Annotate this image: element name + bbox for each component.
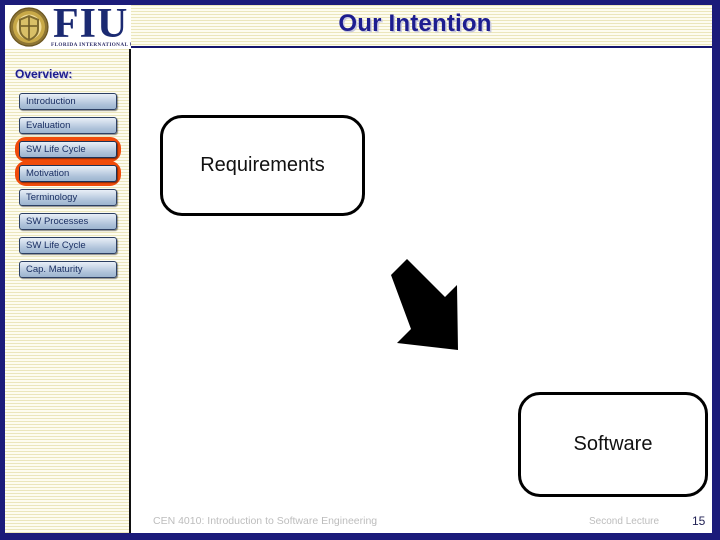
sidebar-item-sw-processes[interactable]: SW Processes (5, 213, 131, 230)
sidebar-item-label[interactable]: Introduction (19, 93, 117, 110)
sidebar-item-label[interactable]: SW Life Cycle (19, 141, 117, 158)
sidebar-item-cap-maturity[interactable]: Cap. Maturity (5, 261, 131, 278)
page-title: Our Intention (338, 10, 492, 37)
sidebar-item-label[interactable]: Terminology (19, 189, 117, 206)
sidebar-item-sw-life-cycle-top[interactable]: SW Life Cycle (5, 137, 131, 162)
sidebar-item-label[interactable]: Evaluation (19, 117, 117, 134)
sidebar-item-label[interactable]: Cap. Maturity (19, 261, 117, 278)
sidebar-item-sw-life-cycle[interactable]: SW Life Cycle (5, 237, 131, 254)
sidebar-item-evaluation[interactable]: Evaluation (5, 117, 131, 134)
sidebar-item-introduction[interactable]: Introduction (5, 93, 131, 110)
sidebar: Overview: Introduction Evaluation SW Lif… (5, 49, 131, 533)
slide-content: Requirements Software (133, 49, 712, 533)
frame-top-border (0, 0, 720, 5)
sidebar-item-motivation[interactable]: Motivation (5, 161, 131, 186)
fiu-logo-letters: FIU (53, 5, 129, 47)
requirements-box: Requirements (160, 115, 365, 216)
frame-left-border (0, 0, 5, 540)
slide: Our Intention FIU FLORIDA INTERNATIONAL … (0, 0, 720, 540)
down-right-arrow-icon (391, 259, 458, 350)
sidebar-item-label[interactable]: SW Life Cycle (19, 237, 117, 254)
footer-lecture-text: Second Lecture (589, 516, 660, 527)
sidebar-item-label[interactable]: Motivation (19, 165, 117, 182)
sidebar-nav-list: Introduction Evaluation SW Life Cycle Mo… (5, 93, 131, 285)
frame-right-border (712, 0, 720, 540)
slide-number: 15 (692, 514, 706, 528)
frame-bottom-border (0, 533, 720, 540)
software-box: Software (518, 392, 708, 497)
sidebar-item-terminology[interactable]: Terminology (5, 189, 131, 206)
fiu-seal-icon (9, 7, 49, 47)
sidebar-heading: Overview: (15, 67, 73, 81)
footer-course-text: CEN 4010: Introduction to Software Engin… (153, 515, 378, 527)
sidebar-item-label[interactable]: SW Processes (19, 213, 117, 230)
fiu-logo-subtitle: FLORIDA INTERNATIONAL UNIVERSITY (51, 42, 131, 48)
fiu-logo: FIU FLORIDA INTERNATIONAL UNIVERSITY (5, 5, 131, 49)
